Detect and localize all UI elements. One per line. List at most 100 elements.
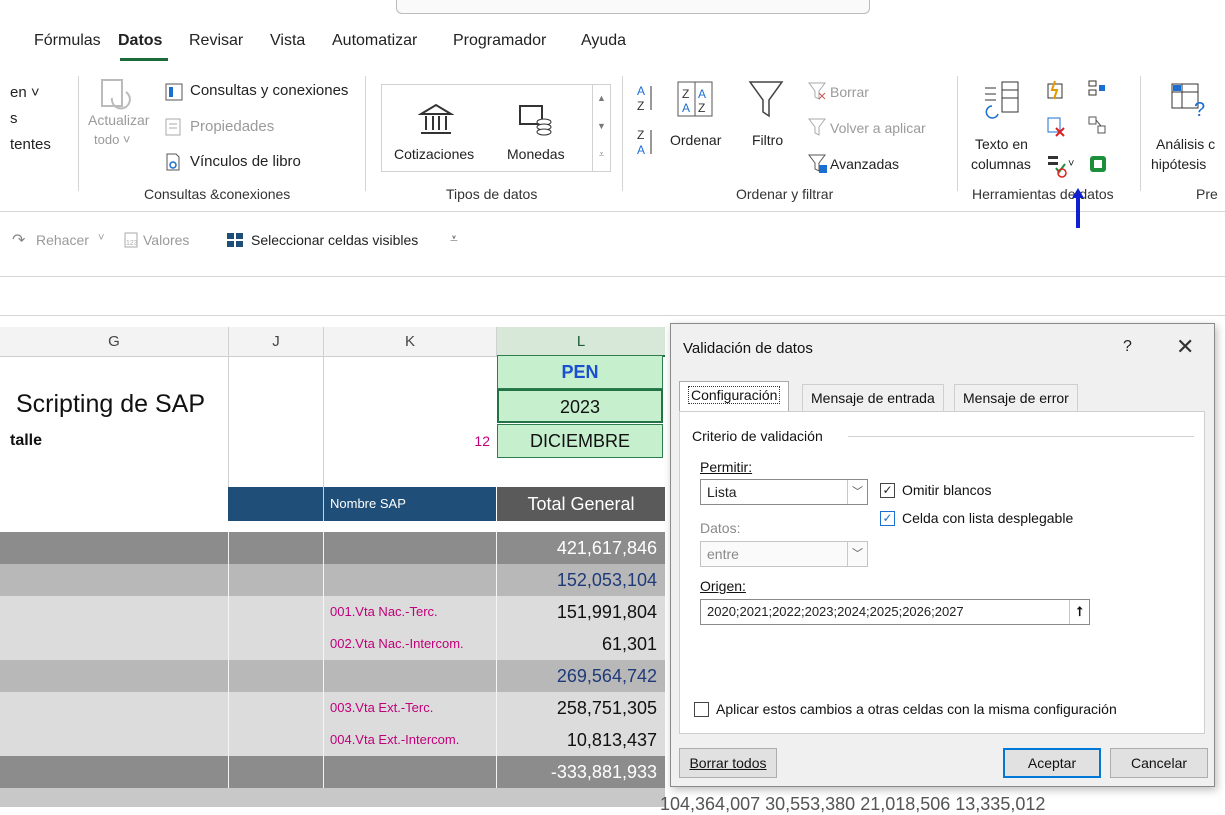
what-if-button[interactable]: Análisis c xyxy=(1156,136,1215,152)
group-label-queries: Consultas &conexiones xyxy=(144,186,291,202)
refresh-all-button[interactable]: Actualizar xyxy=(88,112,149,128)
tab-datos[interactable]: Datos xyxy=(118,32,162,50)
tab-revisar[interactable]: Revisar xyxy=(189,32,243,50)
row-total: 258,751,305 xyxy=(556,698,657,718)
tab-mensaje-error[interactable]: Mensaje de error xyxy=(954,384,1078,412)
column-header-g[interactable]: G xyxy=(0,327,228,357)
text-to-columns-button[interactable]: Texto en xyxy=(975,136,1028,152)
tab-vista[interactable]: Vista xyxy=(270,32,305,50)
cancel-button[interactable]: Cancelar xyxy=(1110,748,1208,778)
tab-automatizar[interactable]: Automatizar xyxy=(332,32,417,50)
cell-l-currency[interactable]: PEN xyxy=(497,355,663,389)
table-row[interactable]: 269,564,742 xyxy=(0,660,665,692)
group-label-sort: Ordenar y filtrar xyxy=(736,186,834,202)
customize-toolbar-icon[interactable]: ⩡ xyxy=(450,230,458,247)
apply-all-label[interactable]: Aplicar estos cambios a otras celdas con… xyxy=(716,701,1117,717)
allow-select[interactable]: Lista ﹀ xyxy=(700,479,868,505)
svg-text:Z: Z xyxy=(698,101,705,115)
consolidate-icon xyxy=(1088,80,1105,96)
tab-formulas[interactable]: Fórmulas xyxy=(34,32,101,50)
chevron-down-icon[interactable]: ˅ xyxy=(98,232,104,244)
table-row[interactable]: 001.Vta Nac.-Terc. 151,991,804 xyxy=(0,596,665,628)
group-separator xyxy=(1140,76,1141,191)
gridline xyxy=(228,692,229,724)
gridline xyxy=(496,564,497,596)
search-box-edge[interactable] xyxy=(396,0,870,14)
column-header-l[interactable]: L xyxy=(497,327,665,357)
redo-icon[interactable]: ↷ xyxy=(12,230,25,250)
chevron-down-icon[interactable]: ﹀ xyxy=(847,542,867,566)
in-cell-dropdown-label[interactable]: Celda con lista desplegable xyxy=(902,510,1073,526)
settings-panel: Criterio de validación Permitir: Lista ﹀ … xyxy=(679,411,1205,734)
remove-duplicates-icon xyxy=(1047,117,1065,137)
advanced-filter-button[interactable]: Avanzadas xyxy=(830,156,899,172)
gridline xyxy=(496,756,497,788)
close-button[interactable]: ✕ xyxy=(1176,334,1194,360)
queries-connections-button[interactable]: Consultas y conexiones xyxy=(190,82,348,99)
svg-text:A: A xyxy=(637,143,645,157)
clear-all-button[interactable]: Borrar todos xyxy=(679,748,777,778)
ribbon-partial-1[interactable]: en ˅ xyxy=(10,84,40,101)
gallery-scroll[interactable]: ▲ ▼ ⩡ xyxy=(592,84,610,172)
svg-text:123: 123 xyxy=(126,240,138,247)
properties-button[interactable]: Propiedades xyxy=(190,118,274,135)
ignore-blank-label[interactable]: Omitir blancos xyxy=(902,482,991,498)
table-row[interactable]: 152,053,104 xyxy=(0,564,665,596)
svg-text:A: A xyxy=(637,84,645,98)
allow-select-value: Lista xyxy=(707,484,737,500)
tab-programador[interactable]: Programador xyxy=(453,32,546,50)
help-button[interactable]: ? xyxy=(1123,338,1132,356)
svg-text:A: A xyxy=(682,101,690,115)
paste-values-button[interactable]: Valores xyxy=(143,232,189,248)
table-row[interactable]: 004.Vta Ext.-Intercom. 10,813,437 xyxy=(0,724,665,756)
what-if-label-2: hipótesis xyxy=(1151,156,1207,172)
sort-button[interactable]: Ordenar xyxy=(670,132,721,148)
cell-l-year[interactable]: 2023 xyxy=(497,389,663,423)
stocks-button[interactable]: Cotizaciones xyxy=(394,146,474,162)
table-row[interactable]: 003.Vta Ext.-Terc. 258,751,305 xyxy=(0,692,665,724)
group-label-data-tools: Herramientas de datos xyxy=(972,186,1114,202)
chevron-down-icon[interactable]: ˅ xyxy=(1068,158,1074,170)
redo-button[interactable]: Rehacer xyxy=(36,232,89,248)
clear-filter-button[interactable]: Borrar xyxy=(830,84,869,100)
column-header-j[interactable]: J xyxy=(229,327,323,357)
table-header-nombre-sap[interactable]: Nombre SAP xyxy=(324,487,496,521)
refresh-all-label-2[interactable]: todo ˅ xyxy=(94,132,131,147)
select-visible-cells-button[interactable]: Seleccionar celdas visibles xyxy=(251,232,418,248)
column-header-k[interactable]: K xyxy=(324,327,496,357)
collapse-range-icon[interactable]: ⭡ xyxy=(1069,600,1089,624)
table-row[interactable]: -333,881,933 xyxy=(0,756,665,788)
reapply-button[interactable]: Volver a aplicar xyxy=(830,120,926,136)
source-input[interactable]: 2020;2021;2022;2023;2024;2025;2026;2027 ⭡ xyxy=(700,599,1090,625)
table-row[interactable]: 002.Vta Nac.-Intercom. 61,301 xyxy=(0,628,665,660)
gridline xyxy=(323,596,324,628)
stocks-icon xyxy=(418,103,454,134)
chevron-down-icon[interactable]: ﹀ xyxy=(847,480,867,504)
gridline xyxy=(323,692,324,724)
ignore-blank-checkbox[interactable]: ✓ xyxy=(880,483,895,498)
sort-za-icon: ZA xyxy=(637,128,652,157)
tab-ayuda[interactable]: Ayuda xyxy=(581,32,626,50)
ribbon-partial-3[interactable]: tentes xyxy=(10,136,51,153)
ok-button[interactable]: Aceptar xyxy=(1003,748,1101,778)
table-header-total-general[interactable]: Total General xyxy=(497,487,665,521)
cell-k-month-number[interactable]: 12 xyxy=(300,433,490,449)
table-row[interactable] xyxy=(0,788,665,807)
currencies-button[interactable]: Monedas xyxy=(507,146,565,162)
svg-text:A: A xyxy=(698,87,706,101)
ribbon-partial-2[interactable]: s xyxy=(10,110,18,127)
formula-bar[interactable] xyxy=(0,276,1225,316)
apply-all-checkbox[interactable] xyxy=(694,702,709,717)
text-to-columns-icon xyxy=(985,81,1019,119)
cell-l-month[interactable]: DICIEMBRE xyxy=(497,424,663,458)
tab-mensaje-entrada[interactable]: Mensaje de entrada xyxy=(802,384,944,412)
workbook-links-button[interactable]: Vínculos de libro xyxy=(190,153,301,170)
data-select[interactable]: entre ﹀ xyxy=(700,541,868,567)
in-cell-dropdown-checkbox[interactable]: ✓ xyxy=(880,511,895,526)
tab-configuracion[interactable]: Configuración xyxy=(679,381,790,412)
currencies-icon xyxy=(519,105,552,136)
source-input-value: 2020;2021;2022;2023;2024;2025;2026;2027 xyxy=(707,604,964,619)
table-row[interactable]: 421,617,846 xyxy=(0,532,665,564)
filter-button[interactable]: Filtro xyxy=(752,132,783,148)
filter-icon xyxy=(748,81,784,118)
